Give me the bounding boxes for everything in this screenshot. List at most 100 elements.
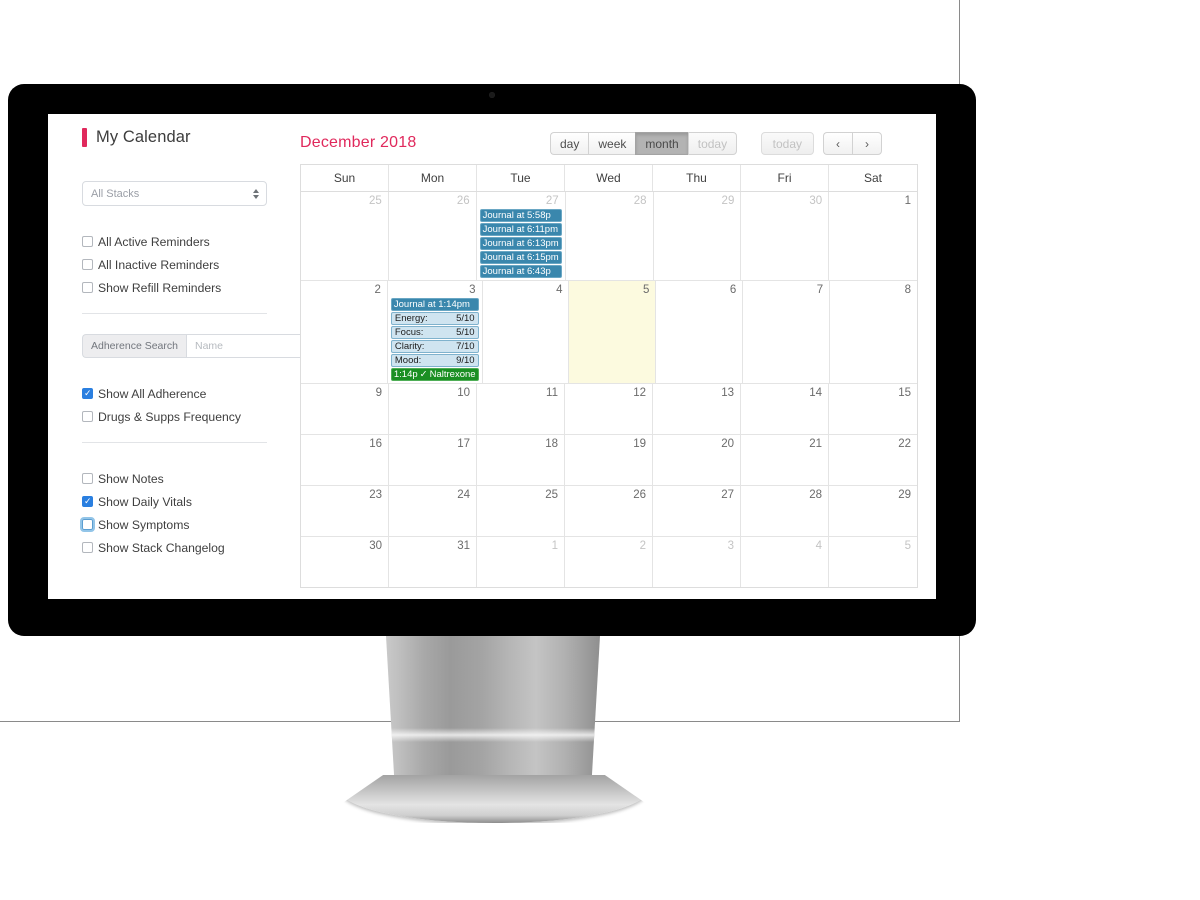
calendar-day-cell[interactable]: 13 (653, 384, 741, 434)
checkbox-drugs-supps-frequency[interactable] (82, 411, 93, 422)
journal-event[interactable]: Journal at 6:15pm (479, 251, 562, 264)
calendar-grid: 25 26 27 Journal at 5:58p Journal at 6:11pm J… (300, 192, 918, 588)
checkbox-row-show-daily-vitals[interactable]: Show Daily Vitals (82, 490, 274, 513)
calendar-day-cell[interactable]: 26 (565, 486, 653, 536)
calendar-day-cell[interactable]: 28 (565, 192, 654, 280)
day-number: 12 (633, 387, 646, 399)
calendar-day-cell[interactable]: 5 (829, 537, 917, 587)
calendar-day-cell[interactable]: 31 (389, 537, 477, 587)
calendar-day-cell[interactable]: 21 (741, 435, 829, 485)
journal-event[interactable]: Journal at 1:14pm (390, 298, 479, 311)
day-number: 17 (457, 438, 470, 450)
calendar-day-cell[interactable]: 9 (301, 384, 389, 434)
calendar-day-cell[interactable]: 8 (830, 281, 917, 383)
day-number: 1 (551, 540, 558, 552)
calendar-view-buttons: day week month today (550, 132, 738, 155)
vital-event[interactable]: Mood: 9/10 (390, 354, 479, 367)
vital-event[interactable]: Clarity: 7/10 (390, 340, 479, 353)
screenshot-stage: My Calendar All Stacks All Active Remind… (0, 0, 1200, 900)
checkbox-show-daily-vitals[interactable] (82, 495, 93, 507)
calendar-day-cell[interactable]: 16 (301, 435, 389, 485)
day-number: 24 (457, 489, 470, 501)
checkbox-show-refill-reminders[interactable] (82, 282, 93, 293)
calendar-day-cell[interactable]: 29 (653, 192, 742, 280)
prev-month-button[interactable]: ‹ (823, 132, 852, 155)
calendar-day-cell[interactable]: 27 (653, 486, 741, 536)
checkbox-show-all-adherence[interactable] (82, 387, 93, 399)
calendar-day-cell[interactable]: 30 (741, 192, 830, 280)
calendar-day-cell[interactable]: 15 (829, 384, 917, 434)
calendar-day-cell[interactable]: 1 (829, 192, 917, 280)
calendar-day-cell[interactable]: 6 (656, 281, 744, 383)
checkbox-all-inactive-reminders[interactable] (82, 259, 93, 270)
calendar-day-cell[interactable]: 22 (829, 435, 917, 485)
next-month-button[interactable]: › (852, 132, 882, 155)
checkbox-show-notes[interactable] (82, 473, 93, 484)
vital-event[interactable]: Focus: 5/10 (390, 326, 479, 339)
journal-event[interactable]: Journal at 6:43p (479, 265, 562, 278)
calendar-day-cell[interactable]: 1 (477, 537, 565, 587)
day-number: 1 (904, 195, 911, 207)
checkbox-row-show-symptoms[interactable]: Show Symptoms (80, 513, 274, 536)
day-events: Journal at 5:58p Journal at 6:11pm Journal… (479, 209, 562, 278)
day-number: 13 (721, 387, 734, 399)
journal-event[interactable]: Journal at 5:58p (479, 209, 562, 222)
calendar-day-cell[interactable]: 3 Journal at 1:14pm Energy: 5/10 Focus: 5/10 C… (387, 281, 483, 383)
stack-select[interactable]: All Stacks (82, 181, 267, 206)
calendar-day-cell[interactable]: 29 (829, 486, 917, 536)
day-number: 6 (729, 284, 737, 296)
calendar-day-cell[interactable]: 18 (477, 435, 565, 485)
checkbox-row-show-all-adherence[interactable]: Show All Adherence (82, 382, 274, 405)
day-header-tue: Tue (477, 165, 565, 191)
checkbox-row-show-refill-reminders[interactable]: Show Refill Reminders (82, 276, 274, 299)
view-button-today[interactable]: today (687, 132, 738, 155)
calendar-day-cell[interactable]: 2 (565, 537, 653, 587)
calendar-day-cell[interactable]: 25 (301, 192, 389, 280)
day-number: 20 (721, 438, 734, 450)
calendar-day-cell[interactable]: 2 (301, 281, 388, 383)
calendar-day-cell[interactable]: 4 (741, 537, 829, 587)
calendar-day-cell[interactable]: 5 (569, 281, 657, 383)
view-button-day[interactable]: day (550, 132, 589, 155)
calendar-app: My Calendar All Stacks All Active Remind… (48, 114, 936, 599)
calendar-day-cell[interactable]: 7 (743, 281, 831, 383)
calendar-day-cell[interactable]: 19 (565, 435, 653, 485)
calendar-day-cell[interactable]: 25 (477, 486, 565, 536)
calendar-day-cell[interactable]: 12 (565, 384, 653, 434)
calendar-panel: December 2018 day week month today today ‹ ›… (292, 114, 936, 599)
calendar-day-cell[interactable]: 10 (389, 384, 477, 434)
day-number: 2 (374, 284, 381, 296)
vital-event[interactable]: Energy: 5/10 (390, 312, 479, 325)
title-accent-bar (82, 128, 87, 147)
calendar-day-cell[interactable]: 26 (388, 192, 477, 280)
calendar-day-cell[interactable]: 14 (741, 384, 829, 434)
calendar-day-cell[interactable]: 4 (482, 281, 570, 383)
vital-value: 9/10 (456, 355, 475, 366)
day-number: 22 (898, 438, 911, 450)
calendar-day-cell[interactable]: 23 (301, 486, 389, 536)
checkbox-row-drugs-supps-frequency[interactable]: Drugs & Supps Frequency (82, 405, 274, 428)
calendar-day-cell[interactable]: 27 Journal at 5:58p Journal at 6:11pm Journ… (476, 192, 566, 280)
journal-event[interactable]: Journal at 6:13pm (479, 237, 562, 250)
calendar-day-cell[interactable]: 30 (301, 537, 389, 587)
calendar-day-cell[interactable]: 17 (389, 435, 477, 485)
checkbox-row-show-stack-changelog[interactable]: Show Stack Changelog (82, 536, 274, 559)
checkbox-all-active-reminders[interactable] (82, 236, 93, 247)
calendar-day-cell[interactable]: 3 (653, 537, 741, 587)
checkbox-show-stack-changelog[interactable] (82, 542, 93, 553)
calendar-day-cell[interactable]: 24 (389, 486, 477, 536)
journal-event[interactable]: Journal at 6:11pm (479, 223, 562, 236)
checkbox-row-all-inactive-reminders[interactable]: All Inactive Reminders (82, 253, 274, 276)
medication-event[interactable]: 1:14p ✓ Naltrexone (390, 368, 479, 381)
today-button[interactable]: today (760, 132, 814, 155)
calendar-day-cell[interactable]: 20 (653, 435, 741, 485)
view-button-week[interactable]: week (588, 132, 636, 155)
checkbox-row-all-active-reminders[interactable]: All Active Reminders (82, 230, 274, 253)
view-button-month[interactable]: month (635, 132, 688, 155)
calendar-day-cell[interactable]: 28 (741, 486, 829, 536)
checkbox-row-show-notes[interactable]: Show Notes (82, 467, 274, 490)
day-number: 14 (809, 387, 822, 399)
checkbox-show-symptoms[interactable] (80, 517, 95, 532)
calendar-day-cell[interactable]: 11 (477, 384, 565, 434)
day-number: 27 (545, 195, 559, 207)
